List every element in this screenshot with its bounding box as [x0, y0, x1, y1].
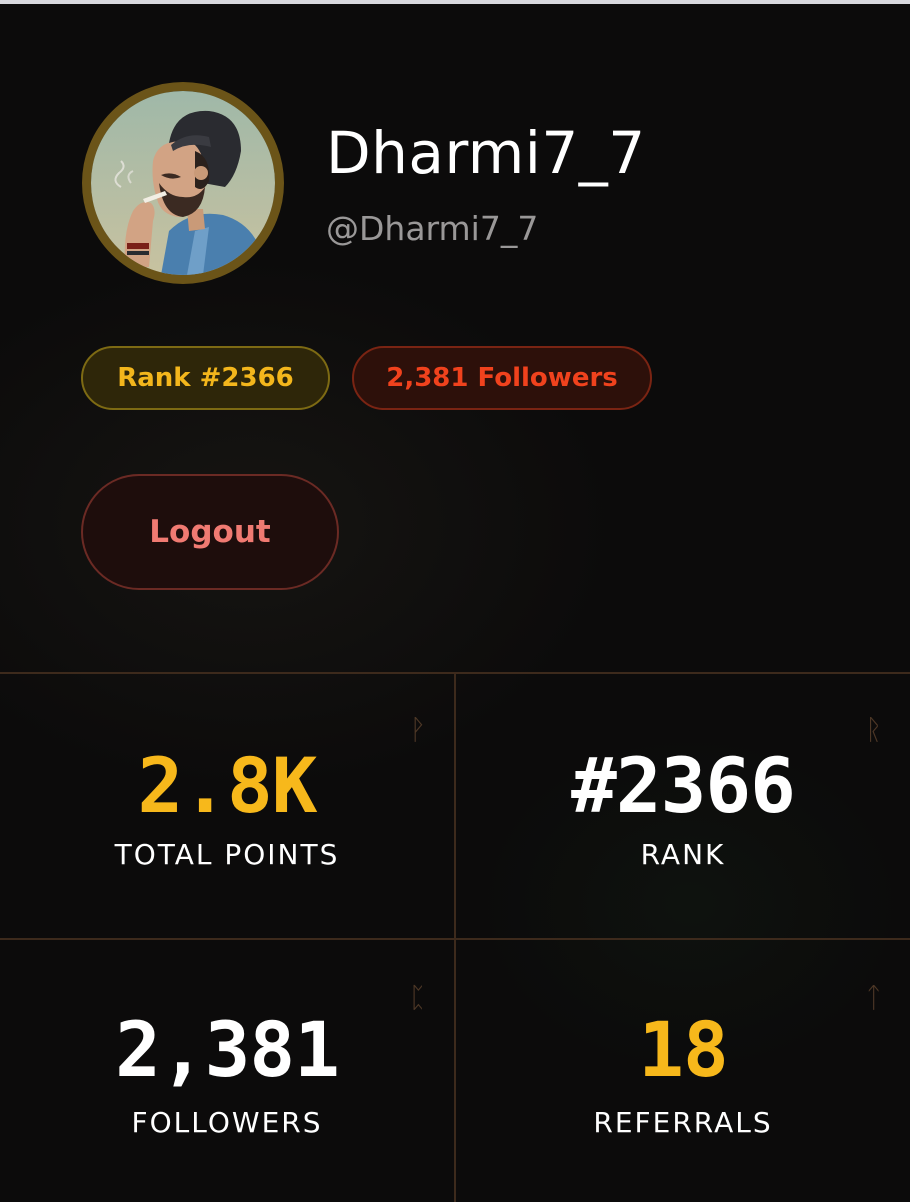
avatar-illustration [91, 91, 275, 275]
user-handle: @Dharmi7_7 [326, 209, 539, 248]
raido-rune-icon: ᚱ [865, 713, 882, 746]
referrals-value: 18 [638, 1005, 729, 1094]
logout-button[interactable]: Logout [81, 474, 339, 590]
display-name: Dharmi7_7 [326, 119, 646, 187]
stat-card-followers: ᛈ 2,381 FOLLOWERS [0, 940, 456, 1202]
rank-badge[interactable]: Rank #2366 [81, 346, 330, 410]
followers-label: FOLLOWERS [131, 1106, 323, 1139]
stat-card-referrals: ᛏ 18 REFERRALS [456, 940, 910, 1202]
rank-value: #2366 [571, 741, 796, 830]
stats-grid: ᚹ 2.8K TOTAL POINTS ᚱ #2366 RANK ᛈ 2,381… [0, 672, 910, 1202]
avatar[interactable] [82, 82, 284, 284]
followers-value: 2,381 [115, 1005, 340, 1094]
total-points-label: TOTAL POINTS [114, 838, 340, 871]
referrals-label: REFERRALS [593, 1106, 773, 1139]
stat-card-total-points: ᚹ 2.8K TOTAL POINTS [0, 674, 456, 940]
followers-badge[interactable]: 2,381 Followers [352, 346, 652, 410]
total-points-value: 2.8K [137, 741, 317, 830]
wynn-rune-icon: ᚹ [409, 713, 426, 746]
rank-label: RANK [640, 838, 726, 871]
stat-card-rank: ᚱ #2366 RANK [456, 674, 910, 940]
